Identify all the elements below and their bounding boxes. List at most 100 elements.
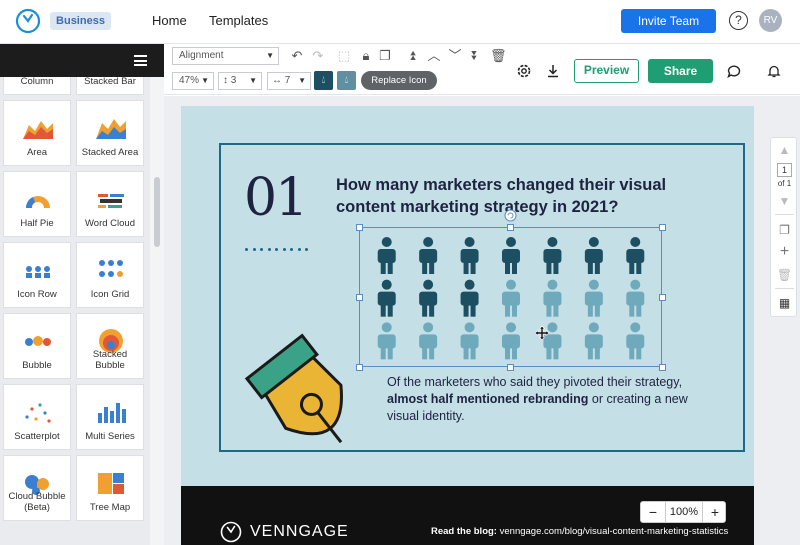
chart-tile-label: Area	[26, 147, 48, 158]
pen-nib-icon[interactable]	[236, 316, 366, 466]
resize-handle-ne[interactable]	[659, 224, 666, 231]
scroll-thumb[interactable]	[154, 177, 160, 247]
person-icon	[377, 322, 396, 360]
share-button[interactable]: Share	[648, 59, 713, 83]
chart-tile[interactable]: Stacked Bubble	[76, 313, 144, 379]
chart-tile[interactable]: Scatterplot	[3, 384, 71, 450]
notification-bell-icon[interactable]	[765, 62, 783, 80]
people-icon-grid[interactable]	[366, 233, 656, 361]
send-backward-icon[interactable]: ﹀	[447, 48, 463, 64]
left-panel-scrollbar[interactable]	[150, 77, 164, 545]
alignment-select-value: Alignment	[179, 50, 224, 61]
chart-tile-label: Half Pie	[20, 218, 54, 229]
venngage-footer-logo-icon[interactable]	[220, 521, 242, 543]
person-icon	[460, 279, 479, 317]
nav-home-link[interactable]: Home	[152, 12, 187, 30]
icon-row-icon	[26, 266, 50, 278]
invite-team-button[interactable]: Invite Team	[621, 9, 716, 33]
rotate-handle-icon[interactable]	[504, 209, 517, 222]
color-swatch-light[interactable]: 💧︎	[337, 71, 356, 90]
chart-tile[interactable]: Tree Map	[76, 455, 144, 521]
preview-button[interactable]: Preview	[574, 59, 639, 83]
stacked-area-icon	[96, 119, 126, 139]
letter-spacing-select[interactable]: ↔ 7 ▼	[267, 72, 311, 90]
undo-icon[interactable]: ↶	[289, 48, 305, 64]
download-icon[interactable]	[544, 62, 562, 80]
chart-tile[interactable]: Multi Series	[76, 384, 144, 450]
alignment-select[interactable]: Alignment ▼	[172, 47, 279, 65]
chart-tile[interactable]: Stacked Column	[3, 77, 71, 95]
chart-tile-label: Stacked Bubble	[92, 349, 128, 371]
current-page-input[interactable]: 1	[777, 163, 792, 177]
redo-icon[interactable]: ↷	[310, 48, 326, 64]
bring-forward-icon[interactable]: ︿	[426, 48, 442, 64]
delete-page-icon[interactable]: 🗑︎	[771, 268, 798, 282]
duplicate-icon[interactable]: ❐	[377, 48, 393, 64]
resize-handle-nw[interactable]	[356, 224, 363, 231]
page-up-icon[interactable]: ▲	[771, 143, 798, 157]
venngage-logo-icon[interactable]	[15, 8, 41, 34]
group-icon[interactable]: ⬚	[336, 48, 352, 64]
zoom-level[interactable]: 100%	[665, 502, 703, 522]
chart-tile-label: Bubble	[22, 360, 52, 371]
chevron-down-icon: ▼	[201, 76, 209, 85]
zoom-select[interactable]: 47% ▼	[172, 72, 214, 90]
page-down-icon[interactable]: ▼	[771, 194, 798, 208]
resize-handle-w[interactable]	[356, 294, 363, 301]
user-avatar[interactable]: RV	[759, 9, 782, 32]
settings-gear-icon[interactable]	[515, 62, 533, 80]
chart-tile[interactable]: Stacked Bar	[76, 77, 144, 95]
chart-tile[interactable]: Stacked Area	[76, 100, 144, 166]
chart-tile-label: Icon Grid	[90, 289, 130, 300]
plan-badge: Business	[50, 12, 111, 30]
person-icon	[377, 237, 396, 274]
help-icon[interactable]: ?	[729, 11, 748, 30]
question-heading[interactable]: How many marketers changed their visual …	[336, 174, 706, 218]
resize-handle-e[interactable]	[659, 294, 666, 301]
zoom-in-button[interactable]: +	[703, 502, 727, 522]
section-number[interactable]: 01	[244, 168, 308, 228]
replace-icon-button[interactable]: Replace Icon	[361, 71, 437, 90]
resize-handle-s[interactable]	[507, 364, 514, 371]
line-height-select[interactable]: ↕ 3 ▼	[218, 72, 262, 90]
resize-handle-se[interactable]	[659, 364, 666, 371]
lock-icon[interactable]: 🔒︎	[358, 48, 374, 64]
body-paragraph[interactable]: Of the marketers who said they pivoted t…	[387, 374, 717, 425]
page-grid-icon[interactable]: ▦	[771, 296, 798, 310]
color-swatch-dark[interactable]: 💧︎	[314, 71, 333, 90]
duplicate-page-icon[interactable]: ❐	[771, 223, 798, 237]
nav-templates-link[interactable]: Templates	[209, 12, 268, 30]
person-icon	[419, 322, 438, 360]
chart-tile-label: Tree Map	[89, 502, 131, 513]
send-to-back-icon[interactable]: ⏬︎	[467, 48, 483, 64]
person-icon	[626, 322, 645, 360]
person-icon	[584, 322, 603, 360]
chart-tile[interactable]: Bubble	[3, 313, 71, 379]
footer-brand-name[interactable]: VENNGAGE	[250, 522, 349, 542]
resize-handle-n[interactable]	[507, 224, 514, 231]
resize-handle-sw[interactable]	[356, 364, 363, 371]
blog-label: Read the blog:	[431, 526, 497, 537]
bring-to-front-icon[interactable]: ⏫︎	[404, 48, 420, 64]
trash-icon[interactable]: 🗑︎	[490, 48, 507, 64]
chart-tile[interactable]: Icon Grid	[76, 242, 144, 308]
chart-tile[interactable]: Half Pie	[3, 171, 71, 237]
chart-tile[interactable]: Cloud Bubble (Beta)	[3, 455, 71, 521]
chart-tile-label: Cloud Bubble (Beta)	[8, 491, 66, 513]
chart-tile-label: Stacked Column	[20, 77, 54, 87]
chart-tile[interactable]: Icon Row	[3, 242, 71, 308]
menu-icon[interactable]	[134, 55, 147, 66]
person-icon	[502, 279, 520, 317]
chart-tile[interactable]: Word Cloud	[76, 171, 144, 237]
person-icon	[543, 279, 562, 317]
dotted-divider[interactable]	[245, 238, 313, 256]
comment-icon[interactable]	[725, 62, 743, 80]
zoom-out-button[interactable]: −	[641, 502, 665, 522]
footer-blog-link[interactable]: Read the blog: venngage.com/blog/visual-…	[431, 526, 728, 538]
scatterplot-icon	[25, 403, 51, 423]
line-height-icon: ↕	[223, 75, 231, 86]
icon-grid-icon	[99, 260, 123, 277]
line-height-value: 3	[230, 75, 237, 86]
chart-tile[interactable]: Area	[3, 100, 71, 166]
add-page-icon[interactable]: +	[771, 244, 798, 260]
